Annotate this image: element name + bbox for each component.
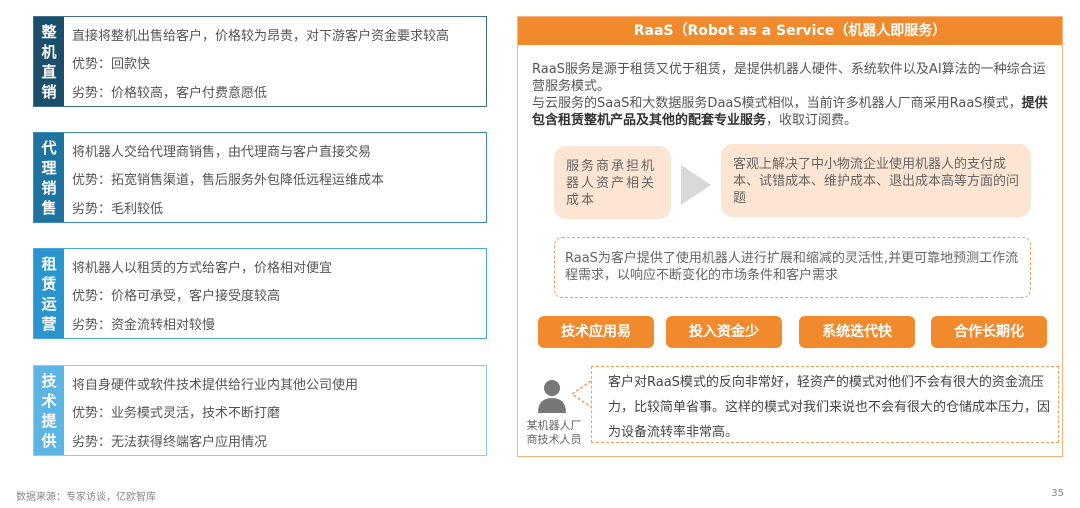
flexibility-box: RaaS为客户提供了使用机器人进行扩展和缩减的灵活性,并更可靠地预测工作流程需求… xyxy=(554,237,1031,298)
model-desc: 将机器人交给代理商销售，由代理商与客户直接交易 xyxy=(72,144,372,160)
arrow-right-icon xyxy=(681,165,711,205)
page-number: 35 xyxy=(1051,488,1064,499)
model-con: 劣势：资金流转相对较慢 xyxy=(72,318,216,334)
model-rows: 将机器人交给代理商销售，由代理商与客户直接交易 优势：拓宽销售渠道，售后服务外包降… xyxy=(64,133,486,222)
speech-pointer-icon xyxy=(570,380,592,408)
source-note: 数据来源：专家访谈，亿欧智库 xyxy=(16,492,156,503)
raas-panel: RaaS（Robot as a Service（机器人即服务） RaaS服务是源… xyxy=(517,16,1063,457)
benefit-tech: 技术应用易 xyxy=(538,316,654,348)
intro-text-2: 与云服务的SaaS和大数据服务DaaS模式相似，当前许多机器人厂商采用RaaS模… xyxy=(532,96,1022,111)
model-desc: 将自身硬件或软件技术提供给行业内其他公司使用 xyxy=(72,377,359,393)
tag-char: 赁 xyxy=(41,274,57,293)
benefit-iteration: 系统迭代快 xyxy=(799,316,915,348)
tag-char: 销 xyxy=(41,178,57,197)
model-con: 劣势：毛利较低 xyxy=(72,202,164,218)
tag-char: 供 xyxy=(41,431,57,450)
raas-intro: RaaS服务是源于租赁又优于租赁，是提供机器人硬件、系统软件以及AI算法的一种综… xyxy=(532,61,1052,129)
model-con: 劣势：价格较高，客户付费意愿低 xyxy=(72,86,268,102)
tag-char: 营 xyxy=(41,314,57,333)
model-con: 劣势：无法获得终端客户应用情况 xyxy=(72,435,268,451)
model-pro: 优势：回款快 xyxy=(72,57,151,73)
intro-line-1: RaaS服务是源于租赁又优于租赁，是提供机器人硬件、系统软件以及AI算法的一种综… xyxy=(532,62,1046,94)
tag-char: 租 xyxy=(41,254,57,273)
person-icon xyxy=(538,380,566,413)
raas-title: RaaS（Robot as a Service（机器人即服务） xyxy=(518,17,1062,45)
model-box: 租赁运营将机器人以租赁的方式给客户，价格相对便宜 优势：价格可承受，客户接受度较高… xyxy=(33,248,487,339)
model-pro: 优势：拓宽销售渠道，售后服务外包降低远程运维成本 xyxy=(72,173,385,189)
benefit-cooperation: 合作长期化 xyxy=(931,316,1047,348)
tag-char: 直 xyxy=(41,62,57,81)
tag-char: 提 xyxy=(41,411,57,430)
cost-right-box: 客观上解决了中小物流企业使用机器人的支付成本、试错成本、维护成本、退出成本高等方… xyxy=(721,144,1031,217)
tag-char: 整 xyxy=(41,22,57,41)
model-rows: 将机器人以租赁的方式给客户，价格相对便宜 优势：价格可承受，客户接受度较高 劣势：资… xyxy=(64,249,486,338)
tag-char: 技 xyxy=(41,371,57,390)
speaker-label: 某机器人厂商技术人员 xyxy=(526,419,582,446)
model-rows: 直接将整机出售给客户，价格较为昂贵，对下游客户资金要求较高 优势：回款快劣势：价格… xyxy=(64,17,486,106)
tag-char: 术 xyxy=(41,391,57,410)
model-rows: 将自身硬件或软件技术提供给行业内其他公司使用 优势：业务模式灵活，技术不断打磨 劣势… xyxy=(64,366,486,455)
model-tag: 租赁运营 xyxy=(34,249,64,338)
intro-rest: ，收取订阅费。 xyxy=(766,113,858,128)
tag-char: 机 xyxy=(41,42,57,61)
tag-char: 运 xyxy=(41,294,57,313)
intro-line-2: 与云服务的SaaS和大数据服务DaaS模式相似，当前许多机器人厂商采用RaaS模… xyxy=(532,95,1052,129)
model-tag: 技术提供 xyxy=(34,366,64,455)
model-tag: 代理销售 xyxy=(34,133,64,222)
quote-box: 客户对RaaS模式的反向非常好，轻资产的模式对他们不会有很大的资金流压力，比较简… xyxy=(591,366,1059,443)
model-pro: 优势：业务模式灵活，技术不断打磨 xyxy=(72,406,281,422)
tag-char: 销 xyxy=(41,82,57,101)
model-desc: 直接将整机出售给客户，价格较为昂贵，对下游客户资金要求较高 xyxy=(72,28,450,44)
cost-left-box: 服务商承担机器人资产相关成本 xyxy=(554,146,671,219)
model-box: 代理销售将机器人交给代理商销售，由代理商与客户直接交易 优势：拓宽销售渠道，售后服… xyxy=(33,132,487,223)
tag-char: 售 xyxy=(41,198,57,217)
tag-char: 理 xyxy=(41,158,57,177)
tag-char: 代 xyxy=(41,138,57,157)
model-pro: 优势：价格可承受，客户接受度较高 xyxy=(72,289,281,305)
model-box: 技术提供将自身硬件或软件技术提供给行业内其他公司使用 优势：业务模式灵活，技术不断… xyxy=(33,365,487,456)
model-tag: 整机直销 xyxy=(34,17,64,106)
model-desc: 将机器人以租赁的方式给客户，价格相对便宜 xyxy=(72,260,333,276)
benefit-capital: 投入资金少 xyxy=(666,316,782,348)
model-box: 整机直销直接将整机出售给客户，价格较为昂贵，对下游客户资金要求较高 优势：回款快劣… xyxy=(33,16,487,107)
